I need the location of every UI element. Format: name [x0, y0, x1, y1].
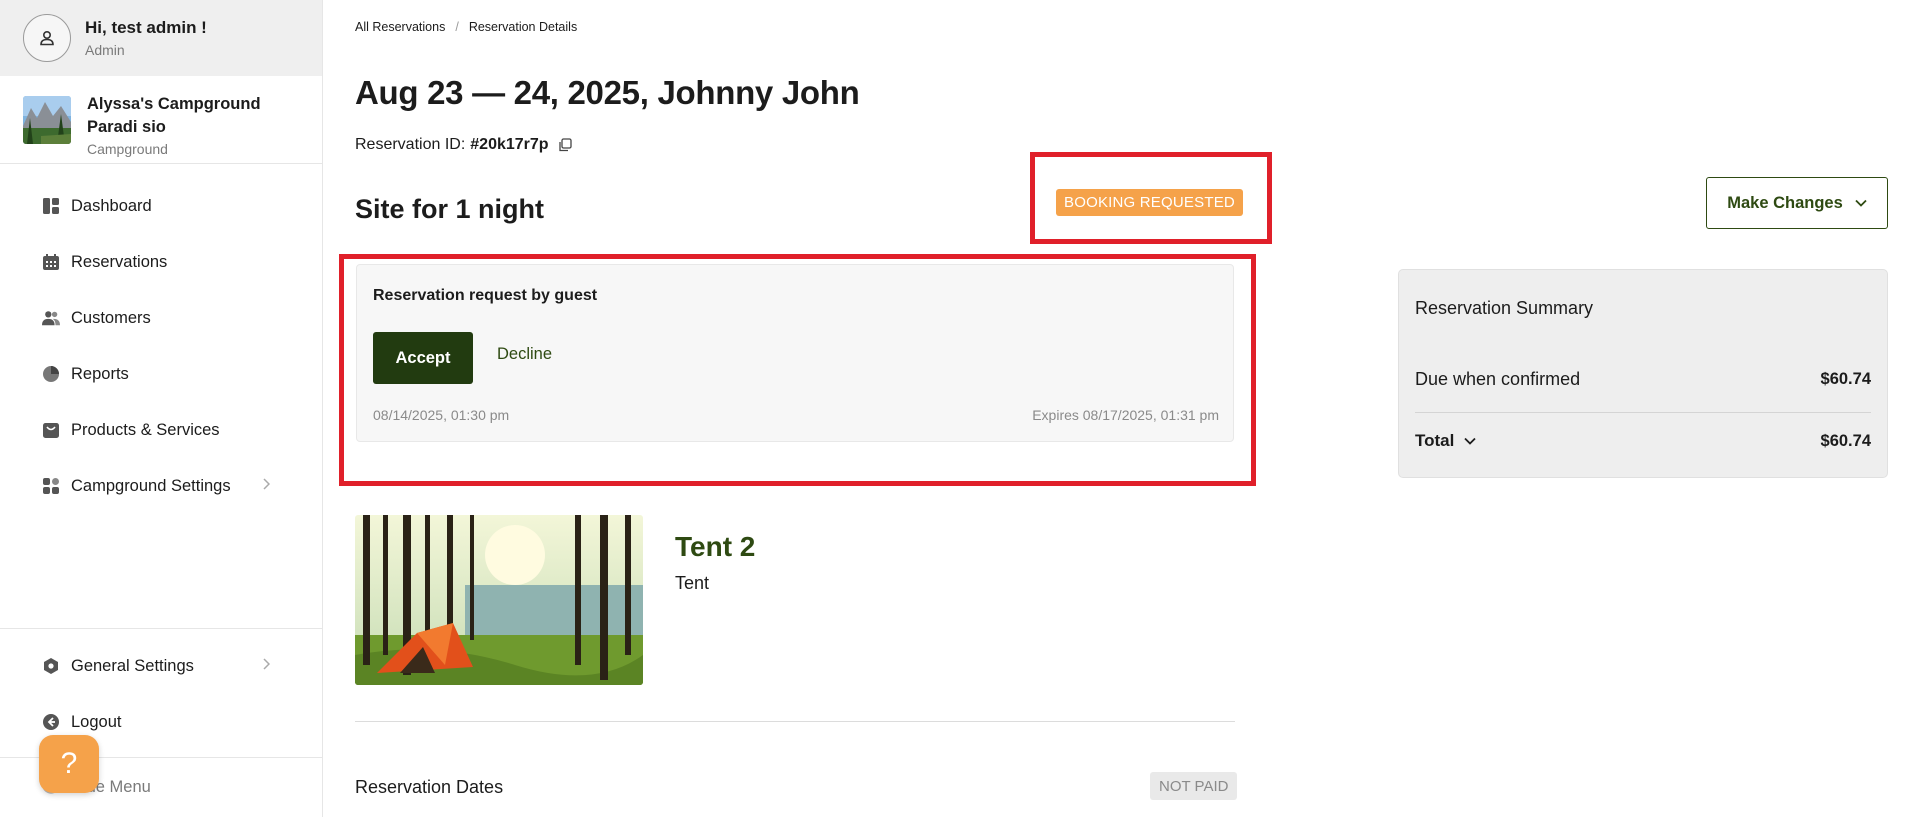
sidebar-item-label: Reservations: [71, 252, 168, 271]
user-greeting: Hi, test admin !: [85, 18, 207, 37]
apps-icon: [42, 477, 60, 495]
app-root: Hi, test admin ! Admin Alyssa's Campgrou…: [0, 0, 1906, 817]
sidebar-item-label: Campground Settings: [71, 476, 231, 495]
campground-selector[interactable]: Alyssa's Campground Paradi sio Campgroun…: [0, 76, 322, 164]
sidebar-item-label: Dashboard: [71, 196, 152, 215]
breadcrumb-all-reservations[interactable]: All Reservations: [355, 20, 445, 34]
sidebar-item-label: Products & Services: [71, 420, 220, 439]
reservation-id-label: Reservation ID:: [355, 136, 466, 153]
payment-status-badge: NOT PAID: [1150, 772, 1238, 800]
campground-name: Alyssa's Campground Paradi sio: [87, 95, 261, 136]
pie-chart-icon: [42, 365, 60, 383]
breadcrumb-current: Reservation Details: [468, 20, 578, 34]
user-role: Admin: [85, 42, 125, 58]
breadcrumb: All Reservations / Reservation Details: [355, 20, 577, 34]
question-mark-icon: ?: [60, 747, 78, 780]
site-name[interactable]: Tent 2: [675, 531, 755, 563]
user-avatar-icon: [23, 14, 71, 62]
dashboard-icon: [42, 197, 60, 215]
campground-thumbnail: [23, 96, 71, 144]
sidebar: Hi, test admin ! Admin Alyssa's Campgrou…: [0, 0, 323, 817]
sidebar-item-products-services[interactable]: Products & Services: [0, 402, 322, 458]
bag-icon: [42, 421, 60, 439]
sidebar-item-customers[interactable]: Customers: [0, 290, 322, 346]
logout-icon: [42, 713, 60, 731]
summary-title: Reservation Summary: [1415, 298, 1594, 318]
user-profile[interactable]: Hi, test admin ! Admin: [0, 0, 322, 76]
calendar-icon: [42, 253, 60, 271]
total-row[interactable]: Total $60.74: [1415, 431, 1871, 451]
total-amount: $60.74: [1820, 431, 1871, 450]
sidebar-item-label: General Settings: [71, 656, 194, 675]
sidebar-bottom-nav: General Settings Logout: [0, 628, 322, 750]
sidebar-item-general-settings[interactable]: General Settings: [0, 638, 322, 694]
status-highlight-box: [1030, 152, 1272, 244]
sidebar-item-label: Reports: [71, 364, 129, 383]
help-button[interactable]: ?: [39, 735, 99, 793]
section-title: Site for 1 night: [355, 194, 544, 224]
total-label: Total: [1415, 431, 1455, 450]
due-amount: $60.74: [1820, 370, 1871, 388]
reservation-dates-title: Reservation Dates: [355, 777, 504, 797]
campground-type: Campground: [87, 141, 168, 157]
breadcrumb-separator: /: [455, 20, 459, 34]
page-title: Aug 23 — 24, 2025, Johnny John: [355, 74, 860, 111]
summary-divider: [1415, 412, 1871, 413]
due-label: Due when confirmed: [1415, 369, 1581, 389]
due-when-confirmed-row: Due when confirmed $60.74: [1415, 369, 1871, 390]
reservation-summary: Reservation Summary Due when confirmed $…: [1398, 269, 1888, 478]
hexagon-gear-icon: [42, 657, 60, 675]
sidebar-item-reports[interactable]: Reports: [0, 346, 322, 402]
chevron-right-icon: [262, 477, 271, 495]
chevron-down-icon: [1855, 199, 1867, 207]
chevron-down-icon[interactable]: [1464, 437, 1476, 445]
users-icon: [42, 309, 60, 327]
sidebar-item-dashboard[interactable]: Dashboard: [0, 178, 322, 234]
sidebar-item-reservations[interactable]: Reservations: [0, 234, 322, 290]
divider: [355, 721, 1235, 722]
sidebar-item-label: Customers: [71, 308, 151, 327]
chevron-right-icon: [262, 657, 271, 675]
site-type: Tent: [675, 573, 710, 593]
make-changes-button[interactable]: Make Changes: [1706, 177, 1888, 229]
make-changes-label: Make Changes: [1727, 193, 1843, 212]
copy-icon[interactable]: [558, 138, 572, 152]
reservation-id: Reservation ID: #20k17r7p: [355, 136, 572, 154]
sidebar-nav: Dashboard Reservations Customers Reports: [0, 178, 322, 514]
request-highlight-box: [339, 254, 1256, 486]
sidebar-item-label: Logout: [71, 712, 122, 731]
sidebar-item-campground-settings[interactable]: Campground Settings: [0, 458, 322, 514]
site-image: [355, 515, 643, 685]
reservation-id-value: #20k17r7p: [470, 136, 549, 153]
